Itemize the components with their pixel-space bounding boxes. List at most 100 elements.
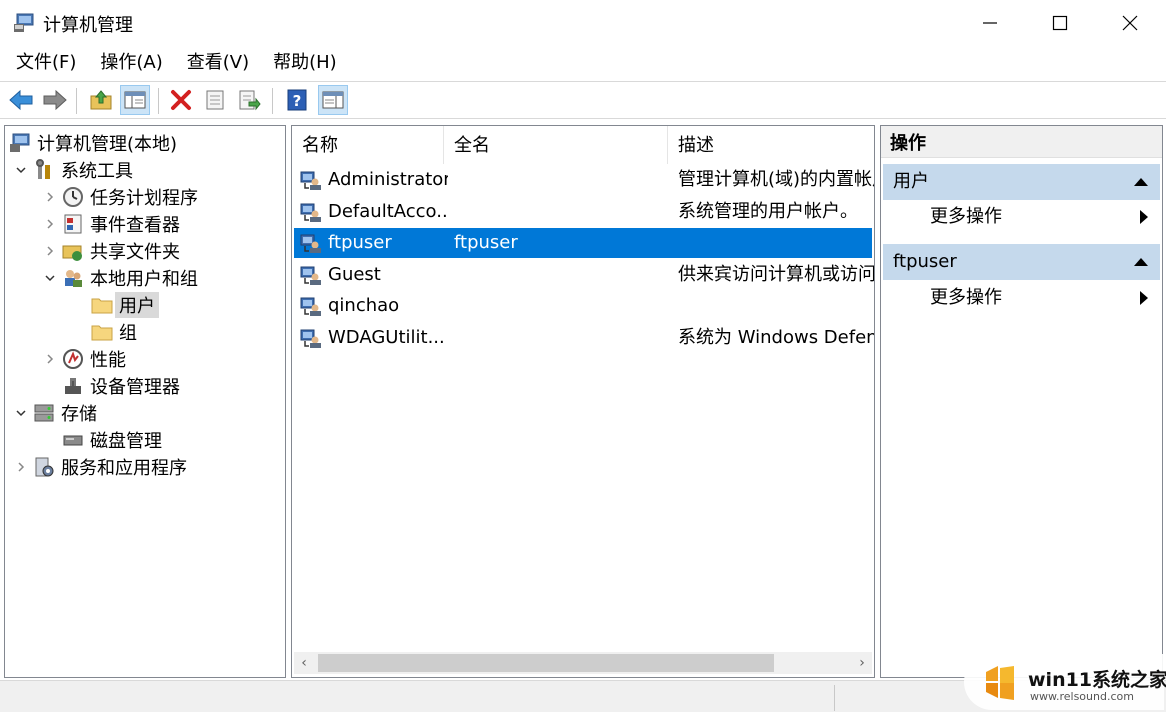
expand-arrow-icon[interactable]	[13, 405, 29, 421]
delete-button[interactable]	[166, 85, 196, 115]
tree-item-label: 存储	[61, 404, 97, 425]
show-hide-tree-button[interactable]	[120, 85, 150, 115]
tree-item-label: 用户	[115, 292, 159, 318]
collapse-arrow-icon[interactable]	[42, 351, 58, 367]
column-header-description[interactable]: 描述	[668, 126, 874, 164]
tree-item[interactable]: 系统工具	[13, 157, 133, 183]
properties-icon	[206, 90, 224, 110]
menu-action[interactable]: 操作(A)	[90, 46, 172, 80]
tree-item[interactable]: 共享文件夹	[42, 238, 180, 264]
tree-item-label: 系统工具	[61, 161, 133, 182]
computer-management-icon	[9, 132, 31, 154]
help-button[interactable]: ?	[282, 85, 312, 115]
export-list-button[interactable]	[234, 85, 264, 115]
column-header-name[interactable]: 名称	[292, 126, 444, 164]
tree-item[interactable]: 组	[71, 319, 137, 345]
tree-item-label: 性能	[90, 350, 126, 371]
user-account-icon	[300, 295, 322, 317]
more-actions-ftpuser[interactable]: 更多操作	[883, 281, 1160, 315]
user-full-name-cell	[454, 165, 664, 195]
tree-item-label: 磁盘管理	[90, 431, 162, 452]
tree-item-label: 组	[119, 323, 137, 344]
menu-help[interactable]: 帮助(H)	[263, 46, 347, 80]
user-row[interactable]: Guest 供来宾访问计算机或访问域的内置帐户	[294, 260, 874, 290]
user-row[interactable]: ftpuser ftpuser	[294, 228, 872, 258]
expand-arrow-icon[interactable]	[13, 162, 29, 178]
collapse-caret-icon[interactable]	[1134, 258, 1148, 266]
collapse-arrow-icon[interactable]	[13, 459, 29, 475]
user-row[interactable]: qinchao	[294, 291, 872, 321]
user-description-cell: 系统为 Windows Defender 应用程序防护方案管理和使用的用户帐户。	[678, 326, 874, 348]
more-actions-users[interactable]: 更多操作	[883, 200, 1160, 234]
action-pane: 操作 用户 更多操作 ftpuser 更多操作	[880, 125, 1163, 678]
properties-button[interactable]	[200, 85, 230, 115]
more-actions-label: 更多操作	[930, 287, 1002, 308]
tree-item-label: 共享文件夹	[90, 242, 180, 263]
forward-button[interactable]	[40, 85, 70, 115]
tree-item[interactable]: 事件查看器	[42, 211, 180, 237]
tree-item[interactable]: 存储	[13, 400, 97, 426]
console-tree-pane: 计算机管理(本地) 系统工具任务计划程序 事件查看器共享文件夹 本地用户和组 用户组性能…	[4, 125, 286, 678]
user-list-pane: 名称 全名 描述 Administrator 管理计算机(域)的内置帐户 Defau…	[291, 125, 875, 678]
collapse-caret-icon[interactable]	[1134, 178, 1148, 186]
folder-icon	[91, 321, 113, 343]
user-description-cell	[678, 228, 874, 258]
scrollbar-thumb[interactable]	[318, 654, 774, 672]
scroll-right-arrow-icon[interactable]: ›	[852, 652, 872, 674]
collapse-arrow-icon[interactable]	[42, 189, 58, 205]
tree-item[interactable]: 服务和应用程序	[13, 454, 187, 480]
user-name-cell: DefaultAcco...	[328, 200, 448, 222]
column-header-full-name[interactable]: 全名	[444, 126, 668, 164]
collapse-arrow-icon[interactable]	[42, 216, 58, 232]
menu-view[interactable]: 查看(V)	[177, 46, 259, 80]
minimize-icon	[983, 22, 997, 24]
expand-arrow-icon[interactable]	[42, 270, 58, 286]
toolbar-separator	[158, 88, 159, 114]
tree-item[interactable]: 设备管理器	[42, 373, 180, 399]
tree-item[interactable]: 任务计划程序	[42, 184, 198, 210]
site-watermark: win11系统之家 www.relsound.com	[964, 654, 1166, 710]
show-hide-tree-icon	[124, 91, 146, 109]
tree-item[interactable]: 本地用户和组	[42, 265, 198, 291]
tree-item-label: 计算机管理(本地)	[37, 134, 178, 155]
user-description-cell: 管理计算机(域)的内置帐户	[678, 169, 874, 190]
collapse-arrow-icon[interactable]	[42, 243, 58, 259]
forward-arrow-icon	[43, 89, 67, 111]
close-button[interactable]	[1095, 0, 1165, 46]
tree-item[interactable]: 磁盘管理	[42, 427, 162, 453]
user-row[interactable]: Administrator 管理计算机(域)的内置帐户	[294, 165, 874, 195]
toolbar-separator	[76, 88, 77, 114]
show-hide-action-pane-button[interactable]	[318, 85, 348, 115]
toolbar-separator	[272, 88, 273, 114]
action-group-ftpuser[interactable]: ftpuser	[883, 244, 1160, 280]
maximize-button[interactable]	[1025, 0, 1095, 46]
minimize-button[interactable]	[955, 0, 1025, 46]
tree-item[interactable]: 用户	[71, 292, 159, 318]
menu-file[interactable]: 文件(F)	[6, 46, 86, 80]
user-row[interactable]: WDAGUtilit... 系统为 Windows Defender 应用程序防护…	[294, 323, 874, 353]
tree-item-label: 任务计划程序	[90, 188, 198, 209]
user-row[interactable]: DefaultAcco... 系统管理的用户帐户。	[294, 197, 872, 227]
user-name-cell: ftpuser	[328, 232, 392, 253]
close-icon	[1122, 15, 1138, 31]
horizontal-scrollbar[interactable]: ‹ ›	[294, 652, 872, 674]
services-icon	[33, 456, 55, 478]
tree-item[interactable]: 性能	[42, 346, 126, 372]
user-description-cell: 系统管理的用户帐户。	[678, 200, 858, 222]
user-full-name-cell: ftpuser	[454, 232, 518, 253]
scroll-left-arrow-icon[interactable]: ‹	[294, 652, 314, 674]
storage-icon	[33, 402, 55, 424]
user-account-icon	[300, 327, 322, 349]
delete-icon	[171, 90, 191, 110]
user-full-name-cell	[454, 323, 664, 353]
more-actions-label: 更多操作	[930, 206, 1002, 227]
action-group-users[interactable]: 用户	[883, 164, 1160, 200]
action-group-title: 用户	[893, 171, 929, 192]
tree-item[interactable]: 计算机管理(本地)	[9, 130, 177, 156]
up-one-level-button[interactable]	[86, 85, 116, 115]
back-button[interactable]	[6, 85, 36, 115]
export-list-icon	[239, 90, 261, 111]
